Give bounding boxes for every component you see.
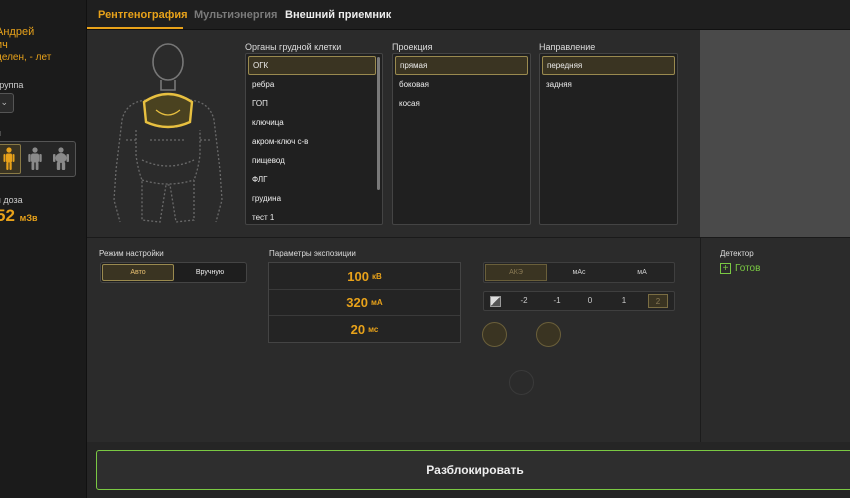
patient-details: делен, - лет <box>0 52 52 63</box>
build-option-medium[interactable] <box>23 144 47 174</box>
dose-unit: мЗв <box>19 213 38 223</box>
ma-unit: мА <box>371 298 383 307</box>
unit-aec-button[interactable]: АКЭ <box>485 264 547 281</box>
patient-name: Андрей ич <box>0 26 34 52</box>
aec-value[interactable]: -1 <box>547 294 567 308</box>
aec-correction: -2 -1 0 1 2 <box>483 291 675 311</box>
organ-item[interactable]: ключица <box>248 113 376 132</box>
detector-label: Детектор <box>720 249 754 258</box>
patient-panel: Андрей ич делен, - лет группа ⌄ я <box>0 0 87 498</box>
mode-toggle: Авто Вручную <box>100 262 247 283</box>
mode-manual-button[interactable]: Вручную <box>175 264 245 281</box>
exposure-title: Параметры экспозиции <box>269 249 356 258</box>
direction-item[interactable]: передняя <box>542 56 675 75</box>
kv-unit: кВ <box>371 272 382 281</box>
direction-list: передняя задняя <box>539 53 678 225</box>
ma-number: 320 <box>346 295 368 310</box>
chevron-down-icon: ⌄ <box>0 97 8 107</box>
plus-square-icon: + <box>720 263 731 274</box>
ms-number: 20 <box>350 321 366 337</box>
dose-label: я доза <box>0 195 23 205</box>
tab-radiography[interactable]: Рентгенография <box>98 9 188 21</box>
organ-item[interactable]: грудина <box>248 189 376 208</box>
active-tab-indicator <box>87 27 183 29</box>
organs-title: Органы грудной клетки <box>245 42 342 52</box>
projection-item[interactable]: прямая <box>395 56 528 75</box>
dose-value: 52 мЗв <box>0 206 38 226</box>
body-map[interactable] <box>106 40 230 230</box>
ms-value[interactable]: 20 мс <box>269 316 460 342</box>
build-option-thin[interactable] <box>0 144 21 174</box>
medium-person-icon <box>28 147 42 170</box>
group-select[interactable]: ⌄ <box>0 93 14 113</box>
projection-title: Проекция <box>392 42 433 52</box>
direction-title: Направление <box>539 42 596 52</box>
aec-value[interactable]: -2 <box>514 294 534 308</box>
mode-title: Режим настройки <box>99 249 164 258</box>
build-selector <box>0 141 76 177</box>
organ-item[interactable]: ребра <box>248 75 376 94</box>
organ-item[interactable]: тест 1 <box>248 208 376 224</box>
build-label: я <box>0 128 1 138</box>
aec-value[interactable]: 2 <box>648 294 668 308</box>
organ-item[interactable]: пищевод <box>248 151 376 170</box>
organs-scrollbar[interactable] <box>377 57 380 190</box>
organ-item[interactable]: ФЛГ <box>248 170 376 189</box>
build-option-heavy[interactable] <box>49 144 73 174</box>
projection-item[interactable]: боковая <box>395 75 528 94</box>
unlock-button[interactable]: Разблокировать <box>96 450 850 490</box>
direction-item[interactable]: задняя <box>542 75 675 94</box>
patient-name-line2: ич <box>0 39 8 51</box>
tab-external-receiver[interactable]: Внешний приемник <box>285 9 391 21</box>
detector-status-text: Готов <box>735 263 761 274</box>
ms-unit: мс <box>368 324 379 334</box>
organ-item[interactable]: ГОП <box>248 94 376 113</box>
thin-person-icon <box>3 147 15 170</box>
organs-list: ОГК ребра ГОП ключица акром-ключ с-в пищ… <box>245 53 383 225</box>
kv-value[interactable]: 100 кВ <box>269 264 460 290</box>
heavy-person-icon <box>53 147 69 170</box>
aec-chamber-center[interactable] <box>509 370 534 395</box>
exposure-params: 100 кВ 320 мА 20 мс <box>268 262 461 343</box>
dose-number: 52 <box>0 206 15 225</box>
kv-number: 100 <box>347 269 369 284</box>
patient-name-line1: Андрей <box>0 26 35 38</box>
projection-list: прямая боковая косая <box>392 53 531 225</box>
aec-chamber-right[interactable] <box>536 322 561 347</box>
organ-item[interactable]: акром-ключ с-в <box>248 132 376 151</box>
aec-chamber-left[interactable] <box>482 322 507 347</box>
aec-value[interactable]: 0 <box>580 294 600 308</box>
tab-multienergy[interactable]: Мультиэнергия <box>194 9 277 21</box>
unit-ma-button[interactable]: мА <box>611 264 673 281</box>
mode-auto-button[interactable]: Авто <box>102 264 174 281</box>
unit-mas-button[interactable]: мАс <box>548 264 610 281</box>
image-preview <box>700 30 850 237</box>
ma-value[interactable]: 320 мА <box>269 290 460 316</box>
unit-toggle: АКЭ мАс мА <box>483 262 675 283</box>
tab-bar: Рентгенография Мультиэнергия Внешний при… <box>87 0 850 30</box>
projection-item[interactable]: косая <box>395 94 528 113</box>
group-label: группа <box>0 80 24 90</box>
organ-item[interactable]: ОГК <box>248 56 376 75</box>
detector-status: + Готов <box>720 263 760 274</box>
aec-density-icon <box>490 296 501 307</box>
aec-value[interactable]: 1 <box>614 294 634 308</box>
